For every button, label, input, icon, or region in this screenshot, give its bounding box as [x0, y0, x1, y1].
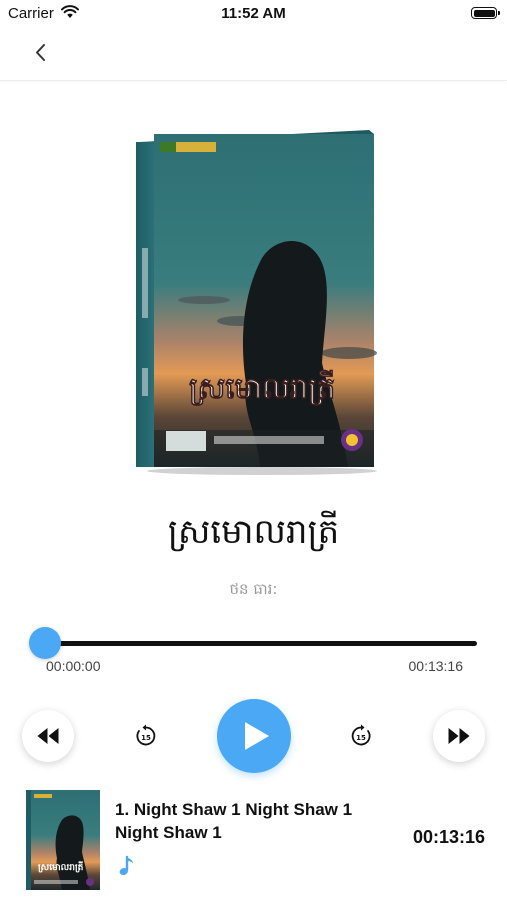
current-time: 00:00:00	[46, 658, 101, 674]
rewind-button[interactable]	[22, 710, 74, 762]
status-time: 11:52 AM	[221, 5, 286, 22]
cover-title-text: ស្រមោលរាត្រី	[189, 369, 335, 406]
book-cover-image: ស្រមោលរាត្រី	[136, 130, 377, 475]
progress-track[interactable]	[45, 641, 477, 646]
chevron-left-icon	[36, 44, 45, 61]
back-button[interactable]	[26, 38, 56, 68]
forward-15-icon: 15	[351, 724, 371, 746]
skip-forward-button[interactable]: 15	[348, 723, 374, 749]
rewind-icon	[37, 728, 59, 744]
play-button[interactable]	[217, 699, 291, 773]
progress-knob[interactable]	[29, 627, 61, 659]
navigation-bar	[0, 28, 507, 81]
battery-icon	[471, 7, 500, 19]
book-title: ស្រមោលរាត្រី	[167, 512, 340, 552]
skip-back-button[interactable]: 15	[133, 723, 159, 749]
thumbnail-title-text: ស្រមោលរាត្រី	[38, 861, 84, 873]
track-duration: 00:13:16	[412, 827, 485, 847]
music-note-icon	[119, 855, 133, 876]
book-author: ថន ធារ:	[229, 580, 278, 598]
total-time: 00:13:16	[408, 658, 464, 674]
status-bar: Carrier 11:52 AM	[0, 0, 507, 28]
track-title[interactable]: 1. Night Shaw 1 Night Shaw 1 Night Shaw …	[115, 798, 400, 844]
fast-forward-button[interactable]	[433, 710, 485, 762]
svg-text:15: 15	[356, 734, 366, 742]
play-icon	[245, 722, 269, 750]
track-thumbnail: ស្រមោលរាត្រី	[26, 790, 100, 890]
svg-text:15: 15	[141, 734, 151, 742]
fast-forward-icon	[448, 728, 470, 744]
replay-15-icon: 15	[136, 724, 156, 746]
